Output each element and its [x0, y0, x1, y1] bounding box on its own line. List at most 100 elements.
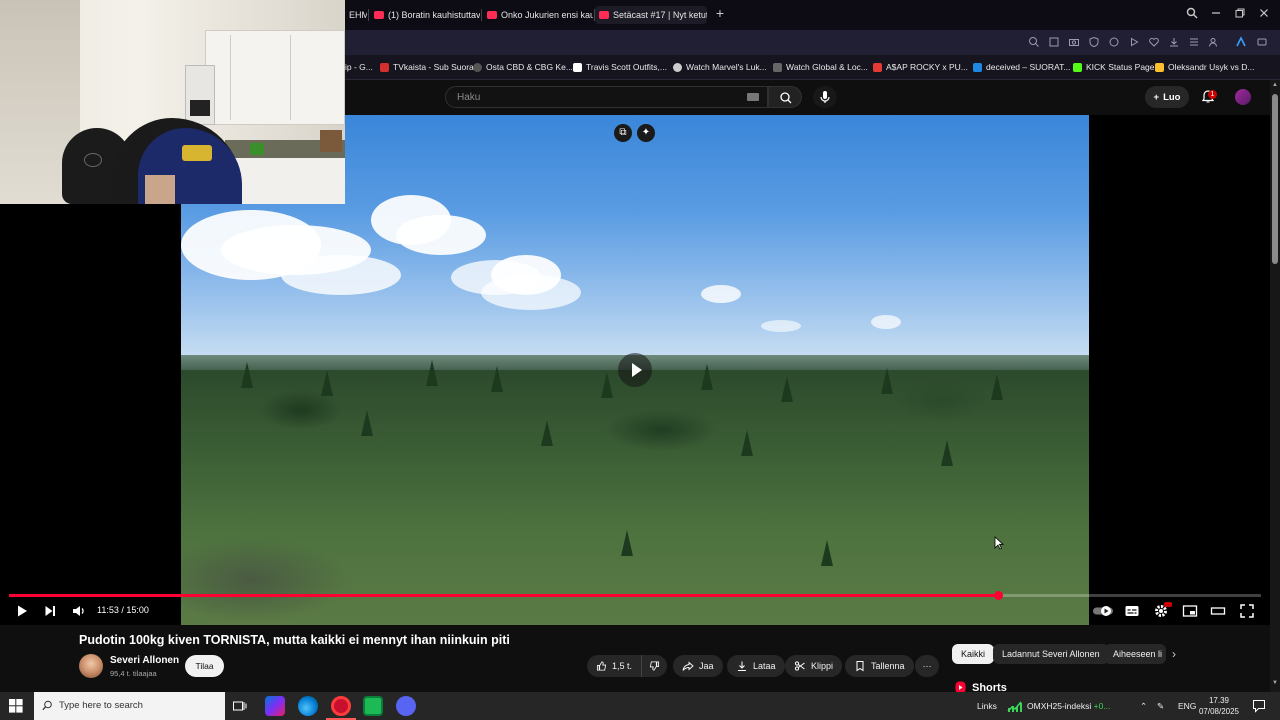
bookmark[interactable]: TVkaista - Sub Suora — [380, 62, 474, 72]
bookmark[interactable]: Travis Scott Outfits,... — [573, 62, 667, 72]
shield-icon[interactable] — [1088, 36, 1100, 48]
page-scrollbar[interactable]: ▲ ▼ — [1270, 80, 1280, 692]
chevron-right-icon[interactable]: › — [1172, 647, 1176, 661]
opera-app-icon[interactable] — [331, 696, 351, 716]
taskbar-clock[interactable]: 17.39 07/08/2025 — [1196, 695, 1242, 717]
bookmark[interactable]: Oleksandr Usyk vs D... — [1155, 62, 1254, 72]
download-button[interactable]: Lataa — [727, 655, 785, 677]
play-overlay-button[interactable] — [618, 353, 652, 387]
chip-uploaded-by[interactable]: Ladannut Severi Allonen — [993, 644, 1109, 664]
subscriber-count: 95,4 t. tilaajaa — [110, 669, 157, 678]
progress-scrubber[interactable] — [994, 591, 1004, 600]
search-input[interactable]: Haku — [445, 86, 768, 108]
windows-start-icon[interactable] — [9, 699, 23, 713]
share-icon — [682, 661, 694, 671]
sparkle-icon[interactable]: ✦ — [637, 124, 655, 142]
browser-tab[interactable]: EHMA — [345, 6, 367, 24]
bookmark[interactable]: Watch Marvel's Luk... — [673, 62, 767, 72]
theater-mode-button[interactable] — [1210, 603, 1226, 619]
search-tabs-icon[interactable] — [1186, 7, 1204, 19]
marvel-favicon-icon — [673, 62, 682, 72]
heart-icon[interactable] — [1148, 36, 1160, 48]
tab-divider — [481, 9, 482, 21]
volume-button[interactable] — [71, 603, 87, 619]
play-icon[interactable] — [1128, 36, 1140, 48]
dislike-button[interactable] — [641, 655, 667, 677]
task-view-icon[interactable] — [233, 700, 247, 712]
download-icon[interactable] — [1168, 36, 1180, 48]
close-icon[interactable] — [1258, 7, 1276, 19]
autoplay-toggle[interactable] — [1092, 603, 1114, 619]
zoom-icon[interactable] — [1028, 36, 1040, 48]
discord-app-icon[interactable] — [396, 696, 416, 716]
create-button[interactable]: + Luo — [1145, 86, 1189, 108]
chip-all[interactable]: Kaikki — [952, 644, 995, 664]
save-button[interactable]: Tallenna — [845, 655, 914, 677]
scroll-up-icon[interactable]: ▲ — [1272, 82, 1278, 88]
notification-center-icon[interactable] — [1252, 699, 1266, 713]
browser-tab[interactable]: Onko Jukurien ensi kausi j — [483, 6, 593, 24]
network-pen-icon[interactable]: ✎ — [1157, 701, 1164, 712]
bookmark[interactable]: ip - G... — [345, 62, 373, 72]
bookmark[interactable]: deceived – SUORAT... — [973, 62, 1070, 72]
chip-related[interactable]: Aiheeseen li — [1104, 644, 1166, 664]
fullscreen-button[interactable] — [1239, 603, 1255, 619]
menu-icon[interactable] — [1188, 36, 1200, 48]
restore-icon[interactable] — [1234, 7, 1252, 19]
account-avatar[interactable] — [1235, 89, 1251, 105]
search-button[interactable] — [768, 86, 802, 108]
more-actions-button[interactable]: ··· — [915, 655, 939, 677]
clock-date: 07/08/2025 — [1198, 707, 1240, 716]
channel-name[interactable]: Severi Allonen — [110, 655, 179, 666]
clip-button[interactable]: Klippi — [785, 655, 843, 677]
subtitles-icon — [1125, 606, 1139, 616]
tab-label: Onko Jukurien ensi kausi j — [501, 10, 593, 20]
new-tab-button[interactable]: + — [711, 5, 729, 21]
browser-tab[interactable]: (1) Boratin kauhistuttava l — [370, 6, 480, 24]
bookmark-label: TVkaista - Sub Suora — [393, 62, 474, 72]
profile-icon[interactable] — [1207, 36, 1219, 48]
tvkaista-favicon-icon — [380, 62, 389, 72]
microphone-button[interactable] — [813, 86, 837, 108]
video-info-section: Pudotin 100kg kiven TORNISTA, mutta kaik… — [0, 625, 1270, 694]
bookmark[interactable]: Watch Global & Loc... — [773, 62, 868, 72]
next-button[interactable] — [42, 603, 58, 619]
scroll-down-icon[interactable]: ▼ — [1272, 680, 1278, 686]
stock-chart-icon — [1007, 699, 1023, 713]
minimize-icon[interactable] — [1210, 7, 1228, 19]
edit-icon[interactable] — [1048, 36, 1060, 48]
wallet-icon[interactable] — [1256, 36, 1268, 48]
bookmark[interactable]: KICK Status Page — [1073, 62, 1155, 72]
edge-app-icon[interactable] — [298, 696, 318, 716]
webcam-overlay — [0, 0, 345, 204]
like-button[interactable]: 1,5 t. — [587, 655, 641, 677]
language-indicator[interactable]: ENG — [1178, 701, 1196, 711]
camera-icon[interactable] — [1068, 36, 1080, 48]
subscribe-button[interactable]: Tilaa — [185, 655, 224, 677]
video-forest — [181, 360, 1089, 625]
search-placeholder: Haku — [457, 92, 481, 103]
stock-ticker[interactable]: OMXH25-indeksi +0... — [1027, 701, 1110, 711]
taskbar-search-input[interactable]: Type here to search — [34, 692, 225, 720]
aria-icon[interactable] — [1235, 36, 1247, 48]
browser-tab-active[interactable]: Setäcast #17 | Nyt ketuttaa — [595, 6, 707, 24]
miniplayer-button[interactable] — [1182, 603, 1198, 619]
spotify-app-icon[interactable] — [363, 696, 383, 716]
bookmark[interactable]: A$AP ROCKY x PU... — [873, 62, 968, 72]
play-button[interactable] — [14, 603, 30, 619]
copy-icon[interactable]: ⧉ — [614, 124, 632, 142]
extension-icon[interactable] — [1108, 36, 1120, 48]
kick-favicon-icon — [1073, 62, 1082, 72]
microphone-icon — [820, 91, 830, 103]
windows-taskbar: Type here to search Links OMXH25-indeksi… — [0, 692, 1280, 720]
progress-bar[interactable] — [9, 594, 1261, 597]
subtitles-button[interactable] — [1124, 603, 1140, 619]
share-button[interactable]: Jaa — [673, 655, 723, 677]
scrollbar-thumb[interactable] — [1272, 94, 1278, 264]
links-toolbar[interactable]: Links — [977, 701, 997, 711]
bookmark[interactable]: Osta CBD & CBG Ke... — [473, 62, 573, 72]
channel-avatar[interactable] — [79, 654, 103, 678]
copilot-app-icon[interactable] — [265, 696, 285, 716]
show-hidden-icons-chevron-icon[interactable]: ⌃ — [1140, 701, 1147, 712]
keyboard-icon[interactable] — [747, 93, 759, 101]
